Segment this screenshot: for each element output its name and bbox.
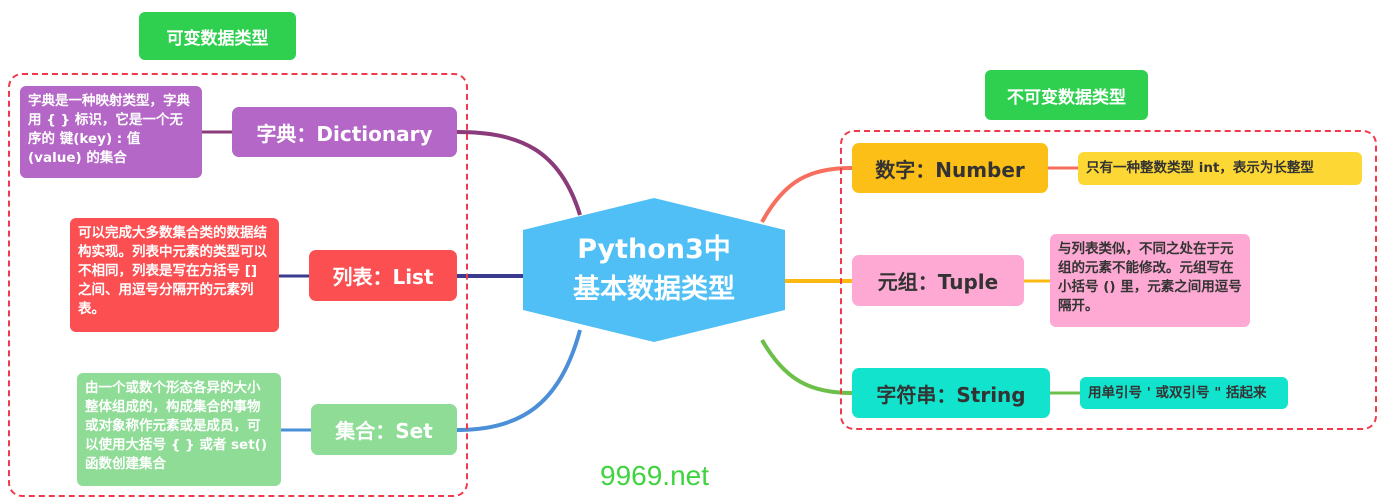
list-desc: 可以完成大多数集合类的数据结构实现。列表中元素的类型可以不相同，列表是写在方括号… [70, 218, 279, 332]
center-line2: 基本数据类型 [573, 274, 735, 305]
connector-string [760, 339, 853, 395]
tuple-node[interactable]: 元组：Tuple [852, 255, 1024, 306]
string-desc: 用单引号 ' 或双引号 " 括起来 [1080, 377, 1288, 409]
dictionary-node[interactable]: 字典：Dictionary [232, 107, 457, 157]
number-desc: 只有一种整数类型 int，表示为长整型 [1078, 152, 1362, 185]
set-desc: 由一个或数个形态各异的大小整体组成的，构成集合的事物或对象称作元素或是成员，可以… [77, 373, 281, 486]
center-line1: Python3中 [577, 234, 731, 265]
string-node[interactable]: 字符串：String [852, 368, 1050, 418]
center-topic[interactable]: Python3中 基本数据类型 [523, 198, 785, 342]
connector-set [456, 329, 582, 432]
immutable-label: 不可变数据类型 [985, 70, 1148, 120]
list-node[interactable]: 列表：List [309, 250, 457, 301]
set-node[interactable]: 集合：Set [311, 404, 457, 455]
tuple-desc: 与列表类似，不同之处在于元组的元素不能修改。元组写在小括号 () 里，元素之间用… [1050, 234, 1250, 327]
mutable-label: 可变数据类型 [139, 12, 296, 60]
watermark: 9969.net [600, 460, 709, 491]
dictionary-desc: 字典是一种映射类型，字典用 { } 标识，它是一个无序的 键(key) : 值(… [20, 86, 202, 178]
number-node[interactable]: 数字：Number [852, 143, 1048, 193]
